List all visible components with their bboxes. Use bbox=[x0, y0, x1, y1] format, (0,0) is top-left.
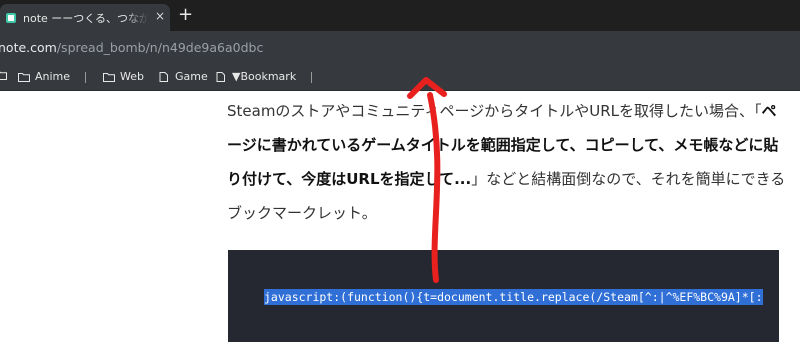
tab-title: note ーーつくる、つながる、と bbox=[23, 11, 149, 25]
folder-icon bbox=[18, 72, 30, 82]
bookmarklet-code[interactable]: javascript:(function(){t=document.title.… bbox=[264, 289, 763, 305]
note-favicon-icon bbox=[6, 12, 16, 23]
bookmarks-bar: Anime Web Game ▼Bookmark bbox=[0, 65, 800, 91]
bookmark-folder-anime[interactable]: Anime bbox=[18, 70, 70, 83]
bookmark-label: Anime bbox=[35, 70, 71, 83]
address-bar[interactable]: note.com/spread_bomb/n/n49de9a6a0dbc bbox=[0, 31, 800, 65]
tab-close-icon[interactable]: × bbox=[155, 9, 165, 23]
url-host: note.com bbox=[0, 40, 57, 55]
folder-icon bbox=[103, 72, 115, 82]
bookmark-bookmarklet[interactable]: ▼Bookmark bbox=[215, 70, 296, 83]
bookmark-label: Game bbox=[175, 70, 208, 83]
url-path: /spread_bomb/n/n49de9a6a0dbc bbox=[56, 40, 264, 55]
bookmark-label: Web bbox=[120, 70, 144, 83]
bookmark-folder-web[interactable]: Web bbox=[103, 70, 144, 83]
bookmark-label: ▼Bookmark bbox=[232, 70, 297, 83]
bookmark-separator bbox=[85, 72, 86, 83]
bookmark-folder-partial[interactable] bbox=[0, 70, 7, 80]
bookmark-game[interactable]: Game bbox=[158, 70, 208, 83]
article-text: URLを取得したい場合、「 bbox=[589, 102, 762, 120]
tab-bar: note ーーつくる、つながる、と × + bbox=[0, 0, 800, 31]
file-icon bbox=[159, 71, 168, 82]
active-tab[interactable]: note ーーつくる、つながる、と × bbox=[0, 4, 170, 31]
url-text[interactable]: note.com/spread_bomb/n/n49de9a6a0dbc bbox=[0, 40, 263, 55]
article-paragraph: SteamのストアやコミュニティページからタイトルやURLを取得したい場合、「ペ… bbox=[227, 94, 787, 230]
folder-icon bbox=[0, 71, 7, 80]
article-text: Steamのストアやコミュニティページからタイトルや bbox=[227, 102, 590, 120]
article-body: SteamのストアやコミュニティページからタイトルやURLを取得したい場合、「ペ… bbox=[227, 94, 787, 230]
bookmark-separator bbox=[311, 72, 312, 83]
new-tab-button[interactable]: + bbox=[178, 3, 193, 27]
code-block: javascript:(function(){t=document.title.… bbox=[228, 250, 779, 342]
file-icon bbox=[216, 71, 225, 82]
